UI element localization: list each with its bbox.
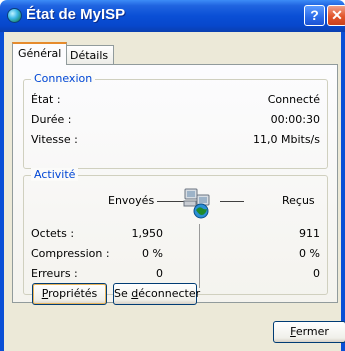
errors-sent-value: 0 xyxy=(156,267,163,280)
compression-label: Compression : xyxy=(31,247,110,260)
activity-column-divider xyxy=(199,224,200,288)
bytes-received-value: 911 xyxy=(299,227,320,240)
compression-sent-value: 0 % xyxy=(142,247,163,260)
title-bar[interactable]: État de MyISP ? ✕ xyxy=(0,0,345,32)
duration-label: Durée : xyxy=(31,113,72,126)
network-activity-icon xyxy=(183,188,210,219)
speed-value: 11,0 Mbits/s xyxy=(253,133,320,146)
properties-label: ropriétés xyxy=(48,287,98,300)
globe-icon xyxy=(7,8,22,23)
connection-group: Connexion État : Connecté Durée : 00:00:… xyxy=(23,72,328,169)
compression-received-value: 0 % xyxy=(299,247,320,260)
activity-legend: Activité xyxy=(31,168,79,181)
disconnect-label-start: Se xyxy=(114,287,132,300)
sent-header: Envoyés xyxy=(108,194,155,207)
disconnect-label-end: éconnecter xyxy=(138,287,201,300)
state-label: État : xyxy=(31,93,61,106)
bytes-sent-value: 1,950 xyxy=(131,227,164,240)
speed-label: Vitesse : xyxy=(31,133,78,146)
close-label: ermer xyxy=(295,325,329,338)
received-header: Reçus xyxy=(282,194,315,207)
close-window-button[interactable]: ✕ xyxy=(327,5,345,26)
activity-group: Activité Envoyés Reçus Octets : 1,950 91… xyxy=(23,168,328,295)
duration-value: 00:00:30 xyxy=(270,113,320,126)
properties-button[interactable]: Propriétés xyxy=(32,283,107,305)
general-tab-panel: Connexion État : Connecté Durée : 00:00:… xyxy=(12,64,338,303)
help-button[interactable]: ? xyxy=(304,5,325,26)
tab-details[interactable]: Détails xyxy=(64,45,115,65)
state-value: Connecté xyxy=(267,93,320,106)
bytes-label: Octets : xyxy=(31,227,75,240)
tab-general[interactable]: Général xyxy=(12,42,68,65)
connection-legend: Connexion xyxy=(31,72,96,85)
received-divider xyxy=(220,201,244,202)
errors-label: Erreurs : xyxy=(31,267,78,280)
dialog-client-area: Général Détails Connexion État : Connect… xyxy=(0,32,345,351)
sent-divider xyxy=(157,201,184,202)
window-title: État de MyISP xyxy=(26,6,126,23)
close-button[interactable]: Fermer xyxy=(273,321,345,343)
status-dialog: État de MyISP ? ✕ Général Détails Connex… xyxy=(0,0,345,351)
disconnect-button[interactable]: Se déconnecter xyxy=(113,283,201,305)
errors-received-value: 0 xyxy=(313,267,320,280)
